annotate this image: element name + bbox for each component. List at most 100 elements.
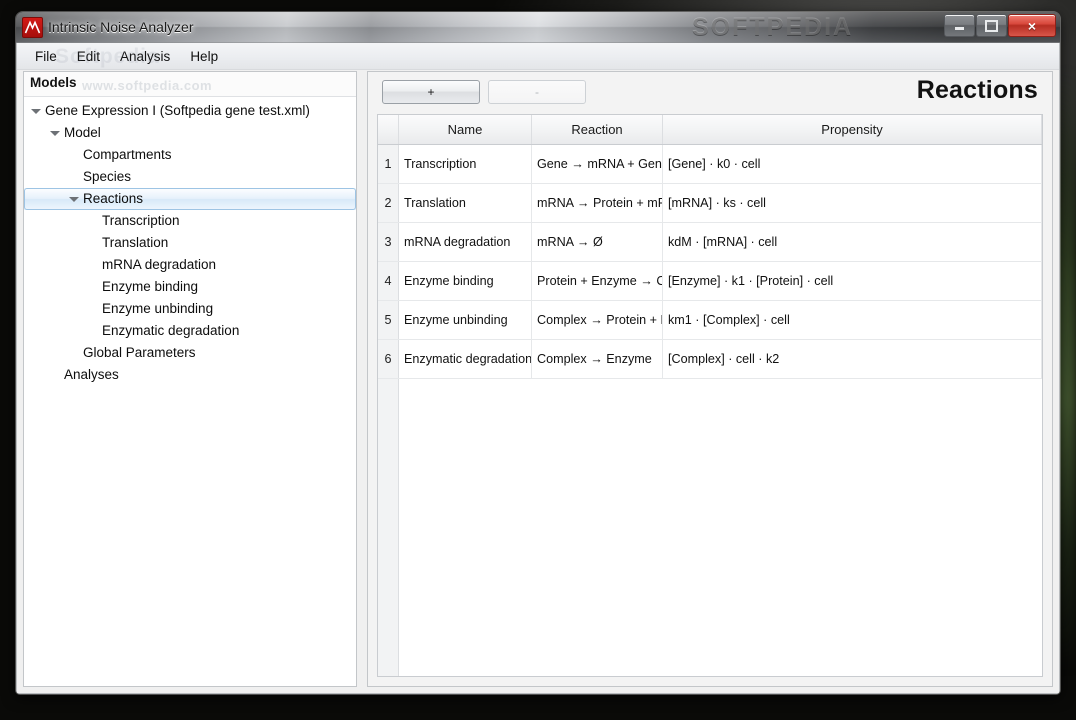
- column-header-propensity[interactable]: Propensity: [663, 115, 1042, 145]
- reactions-toolbar: + - Reactions: [368, 72, 1052, 112]
- maximize-button[interactable]: [976, 14, 1007, 37]
- reaction-propensity-cell[interactable]: [Enzyme] · k1 · [Protein] · cell: [663, 262, 1042, 301]
- row-number-cell: 5: [378, 301, 399, 340]
- table-row[interactable]: 4Enzyme bindingProtein + Enzyme → Comple…: [378, 262, 1042, 301]
- app-logo-icon: [22, 17, 43, 38]
- reactions-table: Name Reaction Propensity 1TranscriptionG…: [378, 115, 1042, 677]
- table-row[interactable]: 1TranscriptionGene → mRNA + Gene[Gene] ·…: [378, 145, 1042, 184]
- tree-item-label: Transcription: [102, 213, 180, 228]
- tree-item-reactions[interactable]: Reactions: [24, 188, 356, 210]
- tree-item-enzyme-unbinding[interactable]: Enzyme unbinding: [24, 298, 356, 320]
- column-header-reaction[interactable]: Reaction: [532, 115, 663, 145]
- table-row[interactable]: 5Enzyme unbindingComplex → Protein + Enz…: [378, 301, 1042, 340]
- tree-item-label: Enzyme unbinding: [102, 301, 213, 316]
- tree-item-enzyme-binding[interactable]: Enzyme binding: [24, 276, 356, 298]
- tree-item-label: Gene Expression I (Softpedia gene test.x…: [45, 103, 310, 118]
- tree-item-enzymatic-degradation[interactable]: Enzymatic degradation: [24, 320, 356, 342]
- column-header-gutter: [378, 115, 399, 145]
- menu-bar: Softpedia File Edit Analysis Help: [17, 43, 1059, 70]
- menu-item-edit[interactable]: Edit: [67, 46, 110, 67]
- tree-item-label: Compartments: [83, 147, 172, 162]
- tree-item-gene-expression-i-softpedia-gene-test-xml[interactable]: Gene Expression I (Softpedia gene test.x…: [24, 100, 356, 122]
- table-row[interactable]: 3mRNA degradationmRNA → ØkdM · [mRNA] · …: [378, 223, 1042, 262]
- window-controls: ×: [943, 14, 1056, 36]
- tree-expander-icon[interactable]: [31, 109, 41, 114]
- tree-item-label: Enzymatic degradation: [102, 323, 239, 338]
- application-window: SOFTPEDIA Intrinsic Noise Analyzer × Sof…: [16, 12, 1060, 694]
- add-reaction-button[interactable]: +: [382, 80, 480, 104]
- window-client-area: Softpedia File Edit Analysis Help Models…: [16, 43, 1060, 694]
- models-panel-header: Models www.softpedia.com: [24, 72, 356, 97]
- tree-expander-icon[interactable]: [50, 131, 60, 136]
- table-empty-area: [378, 379, 1042, 678]
- reaction-propensity-cell[interactable]: [Gene] · k0 · cell: [663, 145, 1042, 184]
- model-tree: Gene Expression I (Softpedia gene test.x…: [24, 97, 356, 386]
- reaction-equation-cell[interactable]: Complex → Protein + Enzyme: [532, 301, 663, 340]
- split-panes: Models www.softpedia.com Gene Expression…: [17, 69, 1059, 693]
- menu-item-help[interactable]: Help: [180, 46, 228, 67]
- tree-item-label: Enzyme binding: [102, 279, 198, 294]
- reaction-name-cell[interactable]: Translation: [399, 184, 532, 223]
- remove-reaction-button: -: [488, 80, 586, 104]
- tree-item-translation[interactable]: Translation: [24, 232, 356, 254]
- row-number-cell: 6: [378, 340, 399, 379]
- close-button[interactable]: ×: [1008, 14, 1056, 37]
- window-title-bar[interactable]: SOFTPEDIA Intrinsic Noise Analyzer ×: [16, 12, 1060, 43]
- column-header-name[interactable]: Name: [399, 115, 532, 145]
- row-number-cell: 3: [378, 223, 399, 262]
- reaction-name-cell[interactable]: Enzyme binding: [399, 262, 532, 301]
- softpedia-watermark-title: SOFTPEDIA: [692, 12, 853, 42]
- tree-item-transcription[interactable]: Transcription: [24, 210, 356, 232]
- tree-item-label: Analyses: [64, 367, 119, 382]
- minimize-button[interactable]: [944, 14, 975, 37]
- menu-item-file[interactable]: File: [25, 46, 67, 67]
- table-header-row: Name Reaction Propensity: [378, 115, 1042, 145]
- tree-item-label: Species: [83, 169, 131, 184]
- table-row[interactable]: 2TranslationmRNA → Protein + mRNA[mRNA] …: [378, 184, 1042, 223]
- reaction-equation-cell[interactable]: Gene → mRNA + Gene: [532, 145, 663, 184]
- pane-splitter[interactable]: [357, 71, 365, 687]
- reaction-propensity-cell[interactable]: [mRNA] · ks · cell: [663, 184, 1042, 223]
- tree-item-species[interactable]: Species: [24, 166, 356, 188]
- models-panel: Models www.softpedia.com Gene Expression…: [23, 71, 357, 687]
- reaction-equation-cell[interactable]: Complex → Enzyme: [532, 340, 663, 379]
- reactions-panel: + - Reactions Name Reaction Propensity: [367, 71, 1053, 687]
- minimize-icon: [955, 27, 964, 30]
- softpedia-watermark-models: www.softpedia.com: [82, 75, 212, 97]
- reactions-table-container[interactable]: Name Reaction Propensity 1TranscriptionG…: [377, 114, 1043, 677]
- tree-expander-icon[interactable]: [69, 197, 79, 202]
- tree-item-label: Translation: [102, 235, 168, 250]
- tree-item-label: mRNA degradation: [102, 257, 216, 272]
- window-title-text: Intrinsic Noise Analyzer: [48, 12, 194, 42]
- reaction-name-cell[interactable]: mRNA degradation: [399, 223, 532, 262]
- row-gutter-filler: [378, 379, 399, 678]
- close-icon: ×: [1028, 19, 1036, 33]
- tree-item-analyses[interactable]: Analyses: [24, 364, 356, 386]
- reaction-propensity-cell[interactable]: km1 · [Complex] · cell: [663, 301, 1042, 340]
- reaction-propensity-cell[interactable]: [Complex] · cell · k2: [663, 340, 1042, 379]
- row-number-cell: 1: [378, 145, 399, 184]
- table-blank-filler: [399, 379, 1042, 678]
- tree-item-model[interactable]: Model: [24, 122, 356, 144]
- row-number-cell: 4: [378, 262, 399, 301]
- reaction-propensity-cell[interactable]: kdM · [mRNA] · cell: [663, 223, 1042, 262]
- tree-item-label: Model: [64, 125, 101, 140]
- reaction-equation-cell[interactable]: mRNA → Ø: [532, 223, 663, 262]
- reaction-name-cell[interactable]: Transcription: [399, 145, 532, 184]
- reactions-table-body: 1TranscriptionGene → mRNA + Gene[Gene] ·…: [378, 145, 1042, 678]
- tree-item-mrna-degradation[interactable]: mRNA degradation: [24, 254, 356, 276]
- tree-item-compartments[interactable]: Compartments: [24, 144, 356, 166]
- tree-item-global-parameters[interactable]: Global Parameters: [24, 342, 356, 364]
- reaction-equation-cell[interactable]: Protein + Enzyme → Complex: [532, 262, 663, 301]
- tree-item-label: Reactions: [83, 191, 143, 206]
- models-panel-title: Models: [30, 75, 77, 90]
- row-number-cell: 2: [378, 184, 399, 223]
- reaction-equation-cell[interactable]: mRNA → Protein + mRNA: [532, 184, 663, 223]
- table-row[interactable]: 6Enzymatic degradationComplex → Enzyme[C…: [378, 340, 1042, 379]
- tree-item-label: Global Parameters: [83, 345, 196, 360]
- reactions-table-head: Name Reaction Propensity: [378, 115, 1042, 145]
- page-title: Reactions: [917, 76, 1038, 105]
- menu-item-analysis[interactable]: Analysis: [110, 46, 180, 67]
- reaction-name-cell[interactable]: Enzyme unbinding: [399, 301, 532, 340]
- reaction-name-cell[interactable]: Enzymatic degradation: [399, 340, 532, 379]
